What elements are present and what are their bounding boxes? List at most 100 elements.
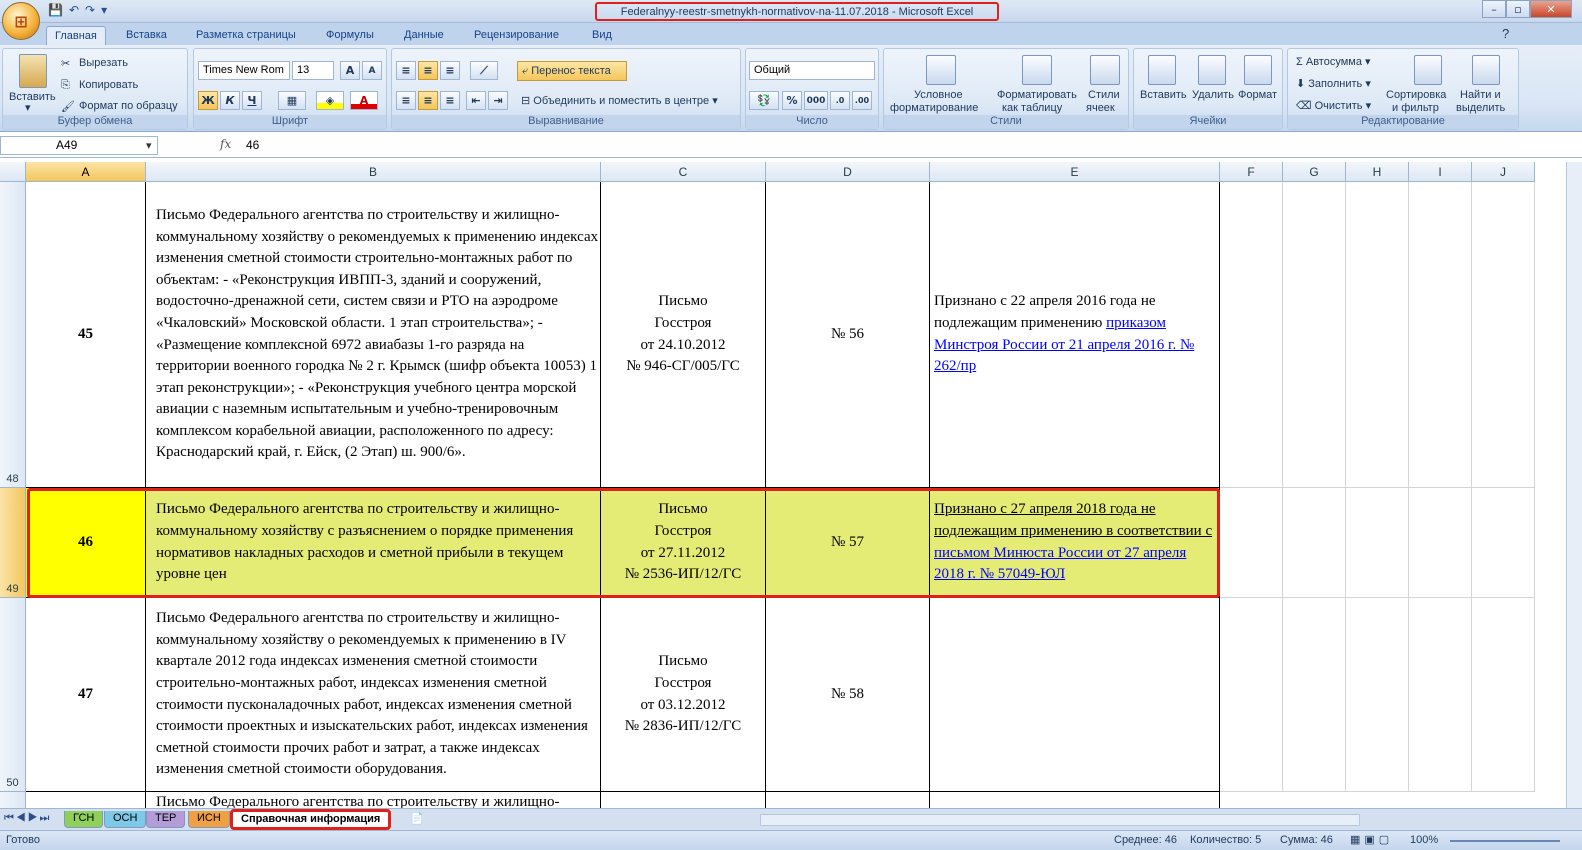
increase-decimal-icon[interactable]: .0 [830, 91, 850, 110]
cell-styles-icon[interactable] [1090, 55, 1120, 85]
zoom-level[interactable]: 100% [1410, 834, 1438, 846]
maximize-button[interactable]: ▫ [1506, 0, 1530, 18]
cell-d51[interactable] [766, 792, 930, 808]
fill-button[interactable]: ⬇ Заполнить ▾ [1296, 77, 1371, 90]
grow-font-button[interactable]: A [340, 61, 360, 80]
clear-button[interactable]: ⌫ Очистить ▾ [1296, 99, 1371, 112]
insert-cells-button[interactable]: Вставить [1140, 89, 1187, 101]
column-header-j[interactable]: J [1472, 162, 1535, 182]
align-left-icon[interactable]: ≡ [396, 91, 416, 110]
tab-insert[interactable]: Вставка [118, 26, 175, 45]
font-color-icon[interactable]: A [350, 91, 378, 110]
sheet-tab-gsn[interactable]: ГСН [64, 811, 104, 828]
thousands-button[interactable]: 000 [804, 91, 828, 110]
sheet-navigation-icons[interactable]: ⏮◀▶⏭ [4, 812, 51, 825]
cell-d49[interactable]: № 57 [766, 488, 930, 598]
currency-icon[interactable]: 💱 [749, 91, 779, 110]
delete-cells-button[interactable]: Удалить [1192, 89, 1234, 101]
cell-a51[interactable] [26, 792, 146, 808]
insert-sheet-icon[interactable]: 📄 [410, 812, 424, 825]
cut-button[interactable]: Вырезать [79, 57, 128, 69]
cell-j48[interactable] [1472, 182, 1535, 488]
column-header-g[interactable]: G [1283, 162, 1346, 182]
sheet-tab-ter[interactable]: ТЕР [146, 811, 186, 828]
horizontal-scrollbar[interactable] [760, 814, 1360, 826]
column-header-b[interactable]: B [146, 162, 601, 182]
cell-e49-link[interactable]: письмом Минюста России от 27 апреля 2018… [934, 545, 1186, 583]
cell-f48[interactable] [1220, 182, 1283, 488]
tab-review[interactable]: Рецензирование [466, 26, 567, 45]
cell-b48[interactable]: Письмо Федерального агентства по строите… [146, 182, 601, 488]
font-name-combo[interactable]: Times New Rom [198, 61, 290, 80]
row-header-51[interactable] [0, 792, 26, 808]
underline-button[interactable]: Ч [242, 91, 262, 110]
align-middle-icon[interactable]: ≡ [418, 61, 438, 80]
cell-e48[interactable]: Признано с 22 апреля 2016 года не подлеж… [930, 182, 1220, 488]
select-all-corner[interactable] [0, 162, 26, 182]
column-header-h[interactable]: H [1346, 162, 1409, 182]
align-right-icon[interactable]: ≡ [440, 91, 460, 110]
view-buttons-icons[interactable]: ▦▣▢ [1350, 833, 1393, 846]
row-header-48[interactable]: 48 [0, 182, 26, 488]
close-button[interactable]: ✕ [1530, 0, 1572, 18]
redo-icon[interactable]: ↷ [85, 3, 95, 17]
row-header-50[interactable]: 50 [0, 598, 26, 792]
sort-filter-icon[interactable] [1414, 55, 1442, 85]
cell-h50[interactable] [1346, 598, 1409, 792]
cell-c48[interactable]: Письмо Госстроя от 24.10.2012 № 946-СГ/0… [601, 182, 766, 488]
find-select-button[interactable]: Найти и [1460, 89, 1501, 101]
cell-a49[interactable]: 46 [26, 488, 146, 598]
column-header-e[interactable]: E [930, 162, 1220, 182]
cell-h49[interactable] [1346, 488, 1409, 598]
cell-b51[interactable]: Письмо Федерального агентства по строите… [146, 792, 601, 808]
column-header-c[interactable]: C [601, 162, 766, 182]
office-button[interactable]: ⊞ [2, 2, 40, 40]
fill-color-icon[interactable]: ◈ [316, 91, 344, 110]
tab-view[interactable]: Вид [584, 26, 620, 45]
undo-icon[interactable]: ↶ [69, 3, 79, 17]
row-header-49[interactable]: 49 [0, 488, 26, 598]
format-as-table-icon[interactable] [1022, 55, 1052, 85]
italic-button[interactable]: К [220, 91, 240, 110]
percent-button[interactable]: % [782, 91, 802, 110]
cell-g49[interactable] [1283, 488, 1346, 598]
cell-styles-button[interactable]: Стили [1088, 89, 1120, 101]
insert-cells-icon[interactable] [1148, 55, 1176, 85]
help-icon[interactable]: ? [1502, 26, 1509, 41]
align-top-icon[interactable]: ≡ [396, 61, 416, 80]
tab-home[interactable]: Главная [46, 26, 106, 45]
wrap-text-button[interactable]: ⤶ Перенос текста [517, 61, 627, 81]
cell-a50[interactable]: 47 [26, 598, 146, 792]
sheet-tab-isn[interactable]: ИСН [188, 811, 230, 828]
cell-d48[interactable]: № 56 [766, 182, 930, 488]
format-as-table-button[interactable]: Форматировать [997, 89, 1077, 101]
zoom-slider[interactable] [1450, 840, 1560, 842]
copy-button[interactable]: Копировать [79, 79, 138, 91]
customize-qat-icon[interactable]: ▾ [101, 3, 107, 17]
tab-data[interactable]: Данные [396, 26, 452, 45]
cell-j50[interactable] [1472, 598, 1535, 792]
align-bottom-icon[interactable]: ≡ [440, 61, 460, 80]
cell-g48[interactable] [1283, 182, 1346, 488]
conditional-formatting-button[interactable]: Условное [914, 89, 963, 101]
align-center-icon[interactable]: ≡ [418, 91, 438, 110]
name-box-dropdown-icon[interactable]: ▾ [146, 139, 152, 152]
borders-icon[interactable]: ▦ [278, 91, 306, 110]
cell-f49[interactable] [1220, 488, 1283, 598]
fx-icon[interactable]: fx [220, 137, 231, 151]
cell-e49[interactable]: Признано с 27 апреля 2018 года не подлеж… [930, 488, 1220, 598]
save-icon[interactable]: 💾 [48, 3, 63, 17]
font-size-combo[interactable]: 13 [292, 61, 334, 80]
decrease-indent-icon[interactable]: ⇤ [466, 91, 486, 110]
cell-d50[interactable]: № 58 [766, 598, 930, 792]
merge-center-button[interactable]: ⊟ Объединить и поместить в центре ▾ [521, 94, 718, 107]
cell-c49[interactable]: Письмо Госстроя от 27.11.2012 № 2536-ИП/… [601, 488, 766, 598]
sheet-tab-reference-info[interactable]: Справочная информация [230, 809, 392, 830]
cell-g50[interactable] [1283, 598, 1346, 792]
vertical-scrollbar[interactable] [1566, 162, 1582, 808]
cell-b49[interactable]: Письмо Федерального агентства по строите… [146, 488, 601, 598]
shrink-font-button[interactable]: A [362, 61, 382, 80]
format-cells-icon[interactable] [1244, 55, 1272, 85]
cell-e50[interactable] [930, 598, 1220, 792]
column-header-a[interactable]: A [26, 162, 146, 182]
